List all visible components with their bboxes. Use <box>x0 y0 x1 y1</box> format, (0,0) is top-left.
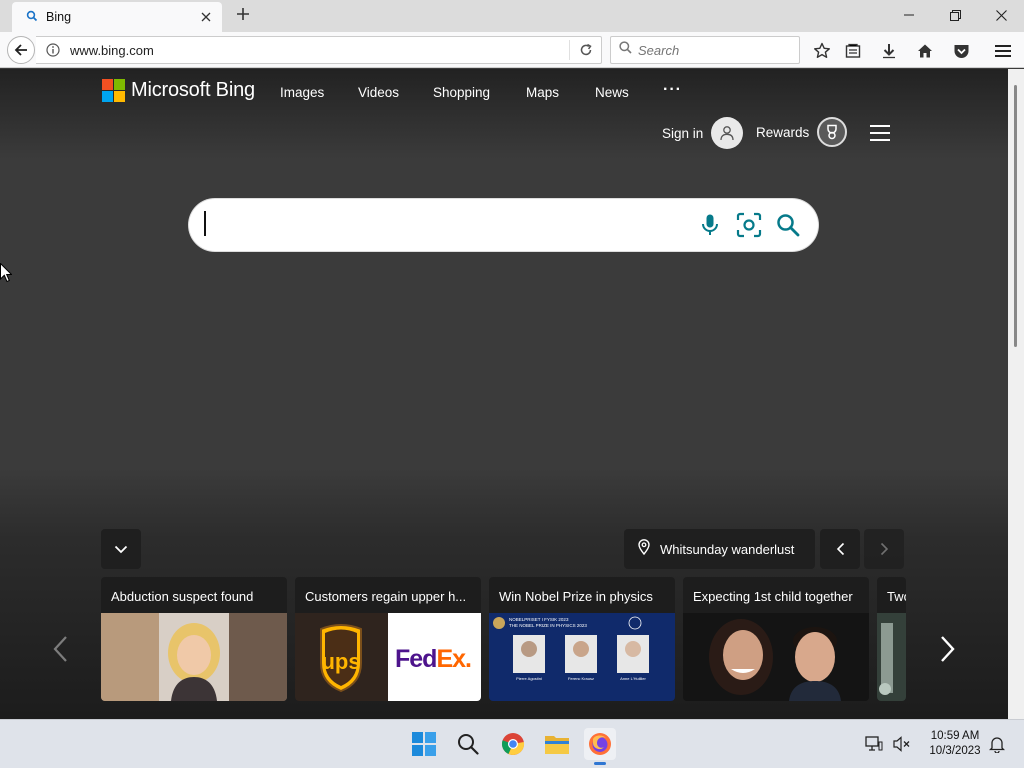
visual-search-camera-icon[interactable] <box>736 212 762 238</box>
logo-wordmark: Microsoft Bing <box>131 79 255 101</box>
news-card[interactable]: Abduction suspect found <box>101 577 287 701</box>
news-card-title: Customers regain upper h... <box>305 589 467 604</box>
expand-feed-button[interactable] <box>101 529 141 569</box>
reload-icon[interactable] <box>569 40 601 60</box>
bing-menu-icon[interactable] <box>870 125 890 146</box>
page-scrollbar[interactable] <box>1008 69 1024 719</box>
nobel-line-1: NOBELPRISET I FYSIK 2023 <box>509 617 569 622</box>
sign-in-label: Sign in <box>662 125 704 141</box>
rewards-label: Rewards <box>756 124 810 140</box>
taskbar-search-icon[interactable] <box>452 728 484 760</box>
news-card-image <box>683 613 869 701</box>
nobel-line-2: THE NOBEL PRIZE IN PHYSICS 2023 <box>509 623 587 628</box>
volume-muted-icon[interactable] <box>890 728 914 760</box>
tab-title: Bing <box>46 10 72 24</box>
minimize-button[interactable] <box>886 0 932 30</box>
tab-bing[interactable]: Bing <box>12 2 222 32</box>
firefox-taskbar-icon[interactable] <box>584 728 616 765</box>
restore-button[interactable] <box>932 0 978 30</box>
rewards-trophy-icon <box>817 117 848 147</box>
bing-search-box[interactable] <box>189 199 818 251</box>
download-icon[interactable] <box>878 40 900 62</box>
network-icon[interactable] <box>862 728 886 760</box>
carousel-next-icon[interactable] <box>936 634 960 664</box>
close-tab-icon[interactable] <box>198 9 214 26</box>
text-cursor <box>204 211 206 236</box>
browser-search-box[interactable] <box>610 36 800 64</box>
browser-search-input[interactable] <box>638 42 788 58</box>
microsoft-bing-logo[interactable]: Microsoft Bing <box>102 79 255 102</box>
pocket-icon[interactable] <box>950 40 972 62</box>
microsoft-logo-icon <box>102 79 125 102</box>
nav-news[interactable]: News <box>595 85 629 100</box>
bing-search-input[interactable] <box>205 211 695 239</box>
previous-image-button[interactable] <box>820 529 860 569</box>
nav-videos[interactable]: Videos <box>358 85 399 100</box>
news-card[interactable]: Expecting 1st child together <box>683 577 869 701</box>
windows-taskbar: 10:59 AM 10/3/2023 <box>0 719 1024 768</box>
nav-images[interactable]: Images <box>280 85 324 100</box>
news-card-title: Two <box>887 589 906 604</box>
location-pin-icon <box>638 538 650 560</box>
fedex-fed-text: Fed <box>395 645 436 673</box>
open-menu-icon[interactable] <box>992 40 1014 62</box>
laureate-name-3: Anne L'Huillier <box>620 676 646 681</box>
news-card-image: NOBELPRISET I FYSIK 2023 THE NOBEL PRIZE… <box>489 613 675 701</box>
nav-maps[interactable]: Maps <box>526 85 559 100</box>
news-card[interactable]: Two <box>877 577 906 701</box>
nav-shopping[interactable]: Shopping <box>433 85 490 100</box>
search-icon <box>619 41 632 59</box>
chrome-icon[interactable] <box>497 728 529 760</box>
url-text[interactable]: www.bing.com <box>66 43 569 58</box>
system-clock[interactable]: 10:59 AM 10/3/2023 <box>920 729 990 759</box>
file-explorer-icon[interactable] <box>541 728 573 760</box>
navigation-toolbar: www.bing.com <box>0 32 1024 68</box>
search-submit-icon[interactable] <box>775 212 801 238</box>
close-window-button[interactable] <box>978 0 1024 30</box>
news-card-image <box>101 613 287 701</box>
news-card-title: Expecting 1st child together <box>693 589 853 604</box>
ups-logo-text: ups <box>321 649 360 674</box>
tab-strip: Bing <box>0 0 1024 32</box>
site-info-icon[interactable] <box>40 43 66 57</box>
fedex-dot-text: . <box>465 645 471 673</box>
bookmark-star-icon[interactable] <box>811 40 833 62</box>
bing-favicon-icon <box>26 10 38 25</box>
sign-in-button[interactable]: Sign in <box>662 117 744 149</box>
carousel-previous-icon[interactable] <box>48 634 72 664</box>
user-avatar-icon <box>711 117 744 149</box>
mouse-cursor-icon <box>0 262 13 288</box>
news-card[interactable]: Customers regain upper h... ups FedEx. <box>295 577 481 701</box>
news-card-title: Win Nobel Prize in physics <box>499 589 653 604</box>
back-button[interactable] <box>7 36 35 64</box>
windows-start-icon[interactable] <box>408 728 440 760</box>
voice-search-microphone-icon[interactable] <box>697 212 723 238</box>
news-card-image <box>877 613 906 701</box>
news-card-title: Abduction suspect found <box>111 589 254 604</box>
scrollbar-thumb[interactable] <box>1014 85 1017 347</box>
home-icon[interactable] <box>914 40 936 62</box>
news-card-image: ups FedEx. <box>295 613 481 701</box>
notification-bell-icon[interactable] <box>985 728 1009 760</box>
bing-homepage: Microsoft Bing Images Videos Shopping Ma… <box>0 69 1008 719</box>
next-image-button[interactable] <box>864 529 904 569</box>
rewards-button[interactable]: Rewards <box>756 117 848 147</box>
clock-date: 10/3/2023 <box>929 745 981 757</box>
address-bar[interactable]: www.bing.com <box>36 36 602 64</box>
clock-time: 10:59 AM <box>930 730 980 742</box>
news-card[interactable]: Win Nobel Prize in physics NOBELPRISET I… <box>489 577 675 701</box>
nav-more-button[interactable]: ··· <box>663 81 682 99</box>
image-location-button[interactable]: Whitsunday wanderlust <box>624 529 815 569</box>
reading-list-icon[interactable] <box>842 40 864 62</box>
laureate-name-1: Pierre Agostini <box>516 676 542 681</box>
fedex-ex-text: Ex <box>436 645 466 673</box>
laureate-name-2: Ferenc Krausz <box>568 676 594 681</box>
svg-text:FedEx.: FedEx. <box>395 645 471 673</box>
image-location-label: Whitsunday wanderlust <box>660 541 795 557</box>
new-tab-button[interactable] <box>232 5 254 27</box>
